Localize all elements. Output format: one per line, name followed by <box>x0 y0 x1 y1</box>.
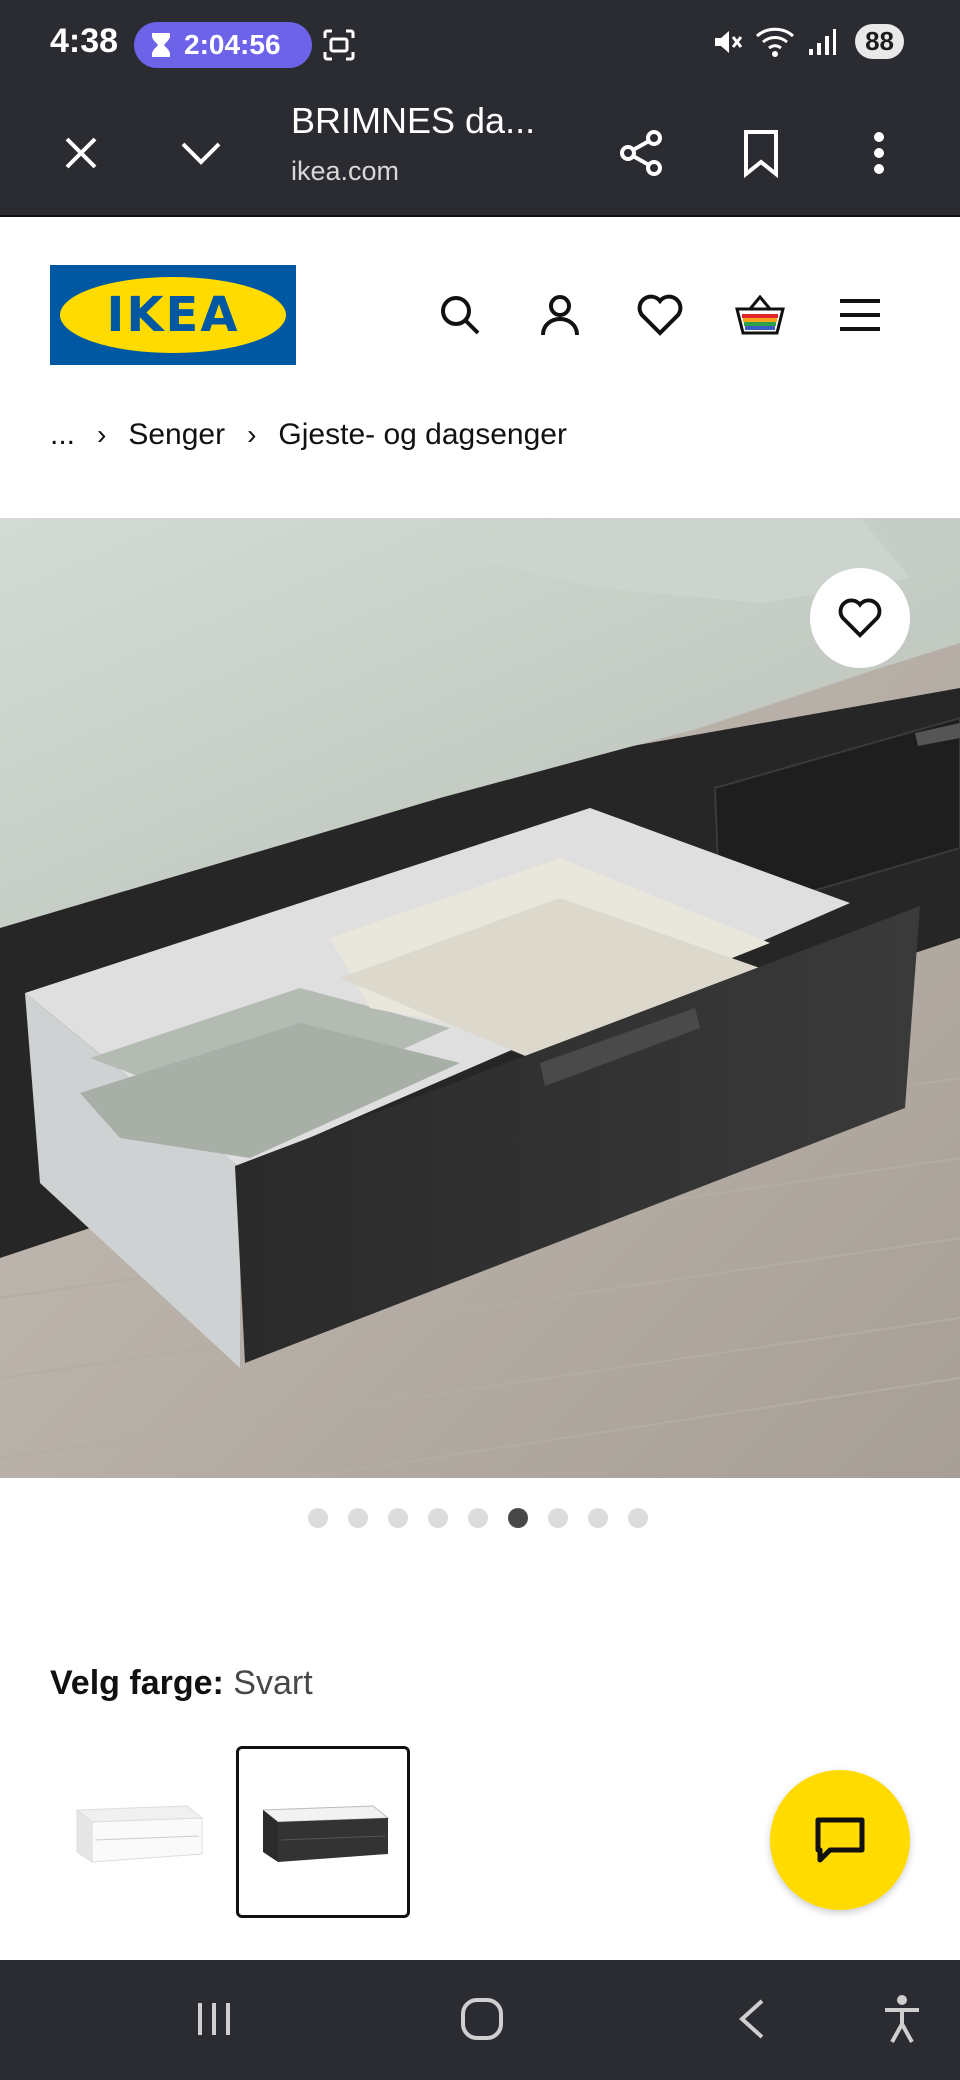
back-icon <box>739 1999 764 2039</box>
chevron-right-icon: › <box>97 419 107 450</box>
product-photo-bed-drawer <box>0 518 960 1478</box>
close-icon <box>65 137 97 169</box>
page-url: ikea.com <box>291 156 400 186</box>
carousel-dot[interactable] <box>308 1508 328 1528</box>
color-selector-label: Velg farge: Svart <box>50 1664 313 1703</box>
carousel-dot-active[interactable] <box>508 1508 528 1528</box>
home-button[interactable] <box>442 1984 522 2054</box>
home-icon <box>461 1998 503 2040</box>
more-options-button[interactable] <box>844 118 914 188</box>
wishlist-button[interactable] <box>630 285 690 345</box>
breadcrumb: ... › Senger › Gjeste- og dagsenger <box>50 418 567 452</box>
carousel-dot[interactable] <box>428 1508 448 1528</box>
heart-icon <box>637 294 683 336</box>
product-thumbnail-white <box>75 1805 204 1863</box>
chat-button[interactable] <box>770 1770 910 1910</box>
carousel-dot[interactable] <box>468 1508 488 1528</box>
system-navigation-bar <box>0 1960 960 2080</box>
share-icon <box>620 130 662 176</box>
color-label-text: Velg farge: <box>50 1664 224 1702</box>
recent-apps-icon <box>198 2003 230 2035</box>
accessibility-icon <box>885 1995 919 2043</box>
color-option-black[interactable] <box>236 1746 410 1918</box>
back-button[interactable] <box>712 1984 792 2054</box>
image-carousel-dots <box>308 1508 648 1528</box>
status-time: 4:38 <box>50 22 119 60</box>
shopping-bag-icon <box>735 294 785 335</box>
chevron-right-icon: › <box>247 419 257 450</box>
user-icon <box>541 295 579 336</box>
ikea-logo[interactable]: IKEA <box>50 265 296 365</box>
mute-icon <box>715 30 743 53</box>
search-icon <box>441 296 480 335</box>
cart-button[interactable] <box>730 285 790 345</box>
hamburger-icon <box>840 299 880 331</box>
signal-icon <box>809 28 837 55</box>
breadcrumb-ellipsis[interactable]: ... <box>50 418 75 452</box>
battery-level: 88 <box>855 24 904 59</box>
selected-color-value: Svart <box>233 1664 313 1702</box>
heart-icon <box>838 598 882 638</box>
chat-icon <box>815 1817 865 1863</box>
bookmark-icon <box>744 130 778 178</box>
close-tab-button[interactable] <box>46 118 116 188</box>
color-option-white[interactable] <box>50 1746 224 1918</box>
bookmark-button[interactable] <box>726 118 796 188</box>
product-thumbnail-black <box>261 1805 390 1862</box>
carousel-dot[interactable] <box>548 1508 568 1528</box>
save-to-wishlist-button[interactable] <box>810 568 910 668</box>
page-title: BRIMNES da... <box>291 100 536 141</box>
status-icons: 88 <box>711 24 904 59</box>
recent-apps-button[interactable] <box>174 1984 254 2054</box>
logo-text: IKEA <box>60 277 286 353</box>
status-bar: 4:38 2:04:56 88 <box>0 0 960 90</box>
carousel-dot[interactable] <box>348 1508 368 1528</box>
accessibility-button[interactable] <box>862 1984 942 2054</box>
search-button[interactable] <box>430 285 490 345</box>
product-image[interactable] <box>0 518 960 1478</box>
more-vertical-icon <box>874 132 884 174</box>
carousel-dot[interactable] <box>588 1508 608 1528</box>
chevron-down-icon <box>181 142 221 165</box>
wifi-icon <box>756 27 795 57</box>
carousel-dot[interactable] <box>628 1508 648 1528</box>
hourglass-icon <box>152 33 170 57</box>
breadcrumb-link-senger[interactable]: Senger <box>128 418 225 452</box>
share-button[interactable] <box>606 118 676 188</box>
minimize-tab-button[interactable] <box>166 118 236 188</box>
account-button[interactable] <box>530 285 590 345</box>
breadcrumb-link-gjeste-og-dagsenger[interactable]: Gjeste- og dagsenger <box>278 418 567 452</box>
screenshot-icon <box>323 29 355 61</box>
browser-toolbar: BRIMNES da... ikea.com <box>0 90 960 217</box>
menu-button[interactable] <box>830 285 890 345</box>
focus-timer-pill[interactable]: 2:04:56 <box>134 22 312 68</box>
timer-text: 2:04:56 <box>184 29 281 60</box>
carousel-dot[interactable] <box>388 1508 408 1528</box>
